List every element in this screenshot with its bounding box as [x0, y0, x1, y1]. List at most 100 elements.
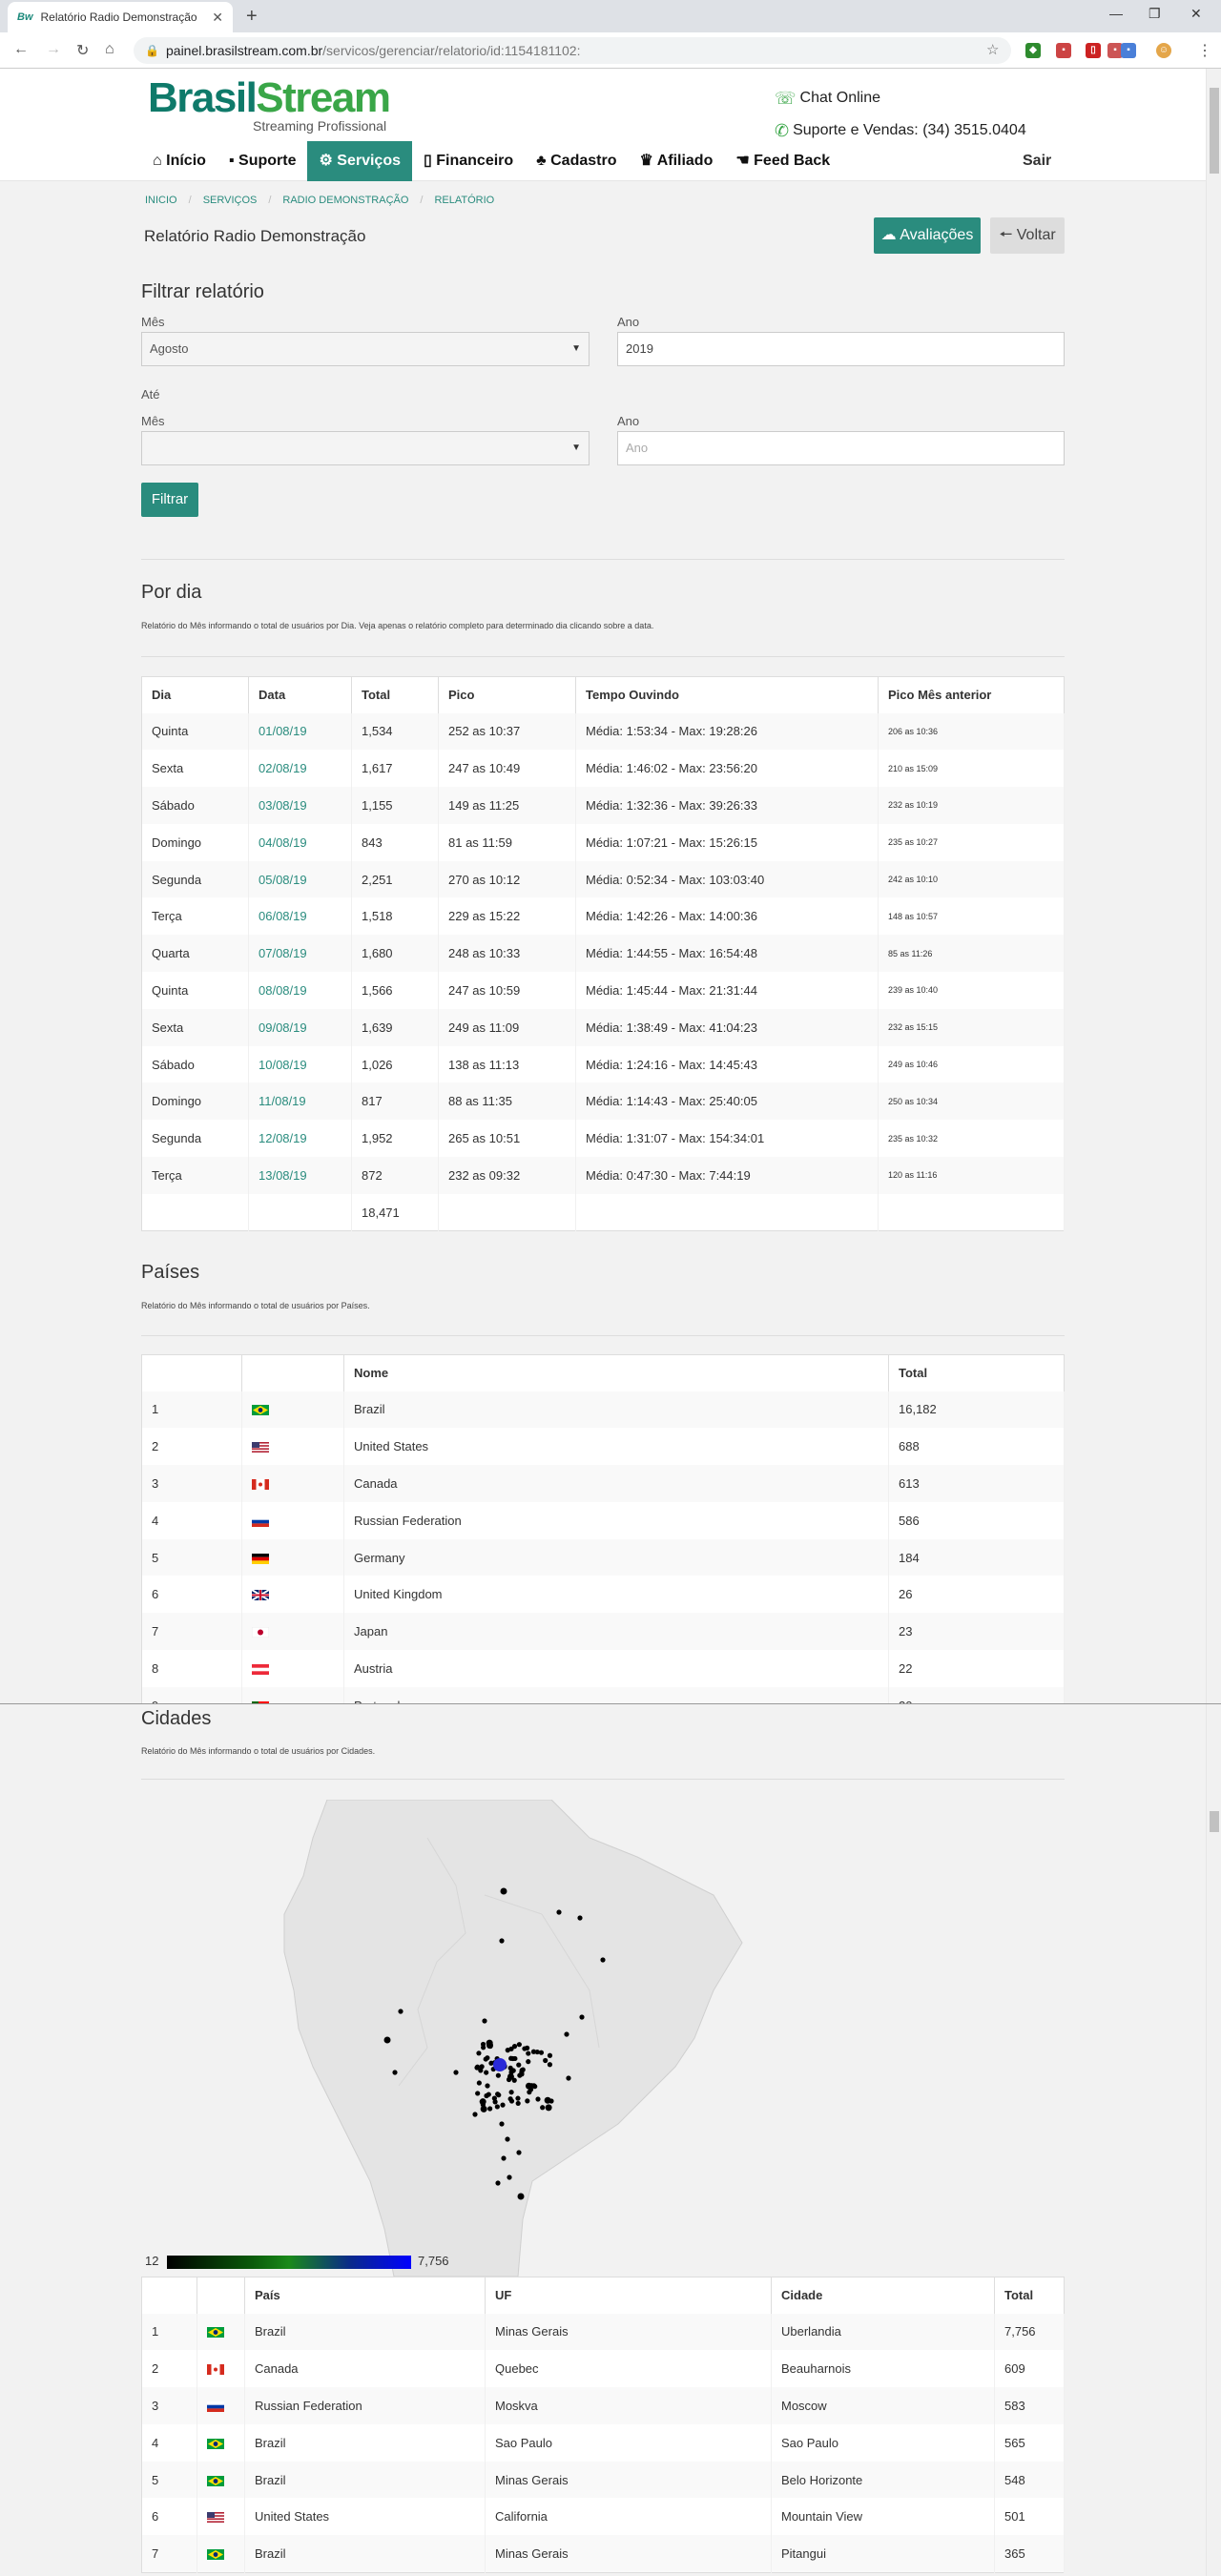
bookmark-star-icon[interactable]: ☆: [986, 41, 999, 58]
phone-icon: ▯: [424, 153, 432, 169]
menu-item-afiliado[interactable]: ♛ Afiliado: [628, 141, 724, 181]
pico-cell: 270 as 10:12: [438, 860, 576, 898]
pico-cell: 247 as 10:59: [438, 972, 576, 1009]
extension-icon[interactable]: ▪: [1056, 43, 1071, 58]
chat-online-link[interactable]: ☏ Chat Online: [775, 82, 1026, 114]
total-row: 18,471: [141, 1193, 1065, 1231]
table-row: Domingo 04/08/19 843 81 as 11:59 Média: 1:07…: [141, 823, 1065, 861]
data-link[interactable]: 06/08/19: [248, 897, 352, 936]
breadcrumb-radio[interactable]: RADIO DEMONSTRAÇÃO: [282, 195, 408, 206]
new-tab-icon[interactable]: +: [246, 6, 258, 28]
city-dot: [510, 2055, 516, 2062]
tab-close-icon[interactable]: ✕: [212, 10, 223, 26]
city-dot: [517, 2193, 525, 2200]
flag-jp-icon: [252, 1627, 269, 1638]
table-row: Quinta 01/08/19 1,534 252 as 10:37 Média: 1:…: [141, 712, 1065, 751]
pico-anterior-cell: 249 as 10:46: [878, 1045, 1065, 1083]
col-header: Total: [888, 1354, 1065, 1391]
paises-desc: Relatório do Mês informando o total de u…: [141, 1301, 370, 1310]
breadcrumb-relatorio[interactable]: RELATÓRIO: [434, 195, 494, 206]
country-cell: United States: [343, 1428, 889, 1466]
menu-item-servicos[interactable]: ⚙ Serviços: [307, 141, 412, 181]
url-field[interactable]: 🔒 painel.brasilstream.com.br/servicos/ge…: [134, 37, 1011, 64]
voltar-button[interactable]: 🠔 Voltar: [990, 217, 1065, 254]
home-icon[interactable]: ⌂: [105, 41, 114, 58]
col-header: Cidade: [771, 2277, 995, 2314]
mes-select[interactable]: Agosto ▼: [141, 332, 590, 366]
dia-cell: Terça: [141, 1157, 249, 1194]
filtrar-button[interactable]: Filtrar: [141, 483, 198, 517]
data-link[interactable]: 02/08/19: [248, 750, 352, 788]
extension-icon[interactable]: ▪: [1121, 43, 1136, 58]
browser-tab[interactable]: Bw Relatório Radio Demonstração ✕: [8, 2, 233, 32]
cidades-title: Cidades: [141, 1708, 212, 1729]
uf-cell: Sao Paulo: [485, 2423, 772, 2462]
avaliacoes-button[interactable]: ☁ Avaliações: [874, 217, 981, 254]
data-link[interactable]: 13/08/19: [248, 1157, 352, 1194]
restore-icon[interactable]: ❐: [1149, 6, 1161, 22]
window-close-icon[interactable]: ✕: [1190, 6, 1202, 22]
total-cell: 688: [888, 1428, 1065, 1466]
filter-title: Filtrar relatório: [141, 281, 264, 302]
paises-scroll[interactable]: Nome Total 1 Brazil 16,182 2 United States 68…: [138, 1354, 1073, 1703]
brasilstream-logo[interactable]: BrasilStream Streaming Profissional: [148, 76, 391, 134]
data-link[interactable]: 04/08/19: [248, 823, 352, 861]
cities-map[interactable]: 12 7,756: [141, 1799, 1065, 2277]
rank-cell: 4: [141, 2423, 197, 2462]
minimize-icon[interactable]: —: [1109, 6, 1123, 21]
ano-input[interactable]: 2019: [617, 332, 1065, 366]
logo-tagline: Streaming Profissional: [253, 118, 387, 134]
breadcrumb-inicio[interactable]: INICIO: [145, 195, 177, 206]
city-dot: [495, 2092, 501, 2097]
table-row: 3 Russian Federation Moskva Moscow 583: [141, 2387, 1065, 2424]
table-row: 5 Brazil Minas Gerais Belo Horizonte 548: [141, 2461, 1065, 2499]
extension-icon[interactable]: ▯: [1086, 43, 1101, 58]
data-link[interactable]: 08/08/19: [248, 972, 352, 1009]
table-row: 6 United Kingdom 26: [141, 1576, 1065, 1614]
menu-item-financeiro[interactable]: ▯ Financeiro: [412, 141, 525, 181]
address-bar: ← → ↻ ⌂ 🔒 painel.brasilstream.com.br/ser…: [0, 32, 1221, 69]
data-link[interactable]: 03/08/19: [248, 787, 352, 824]
thumb-icon: ☚: [735, 153, 750, 169]
extension-icon[interactable]: ◆: [1025, 43, 1041, 58]
data-link[interactable]: 05/08/19: [248, 860, 352, 898]
dia-cell: Sexta: [141, 750, 249, 788]
menu-dots-icon[interactable]: ⋮: [1197, 41, 1212, 60]
scrollbar-bottom[interactable]: [1206, 1704, 1221, 2576]
flag-cell: [197, 2535, 245, 2573]
table-row: Sábado 10/08/19 1,026 138 as 11:13 Média: 1:…: [141, 1045, 1065, 1083]
country-cell: United States: [244, 2498, 486, 2536]
city-dot: [564, 2031, 569, 2037]
tempo-cell: Média: 1:32:36 - Max: 39:26:33: [575, 787, 879, 824]
tempo-cell: Média: 1:14:43 - Max: 25:40:05: [575, 1082, 879, 1121]
scrollbar-top[interactable]: [1206, 69, 1221, 1703]
menu-item-feedback[interactable]: ☚ Feed Back: [724, 141, 841, 181]
country-cell: Brazil: [343, 1391, 889, 1429]
menu-item-inicio[interactable]: ⌂ Início: [141, 141, 217, 181]
city-dot: [479, 2064, 485, 2070]
data-link[interactable]: 10/08/19: [248, 1045, 352, 1083]
city-dot: [547, 2052, 553, 2058]
menu-item-cadastro[interactable]: ♣ Cadastro: [525, 141, 628, 181]
logout-link[interactable]: Sair: [1023, 141, 1051, 181]
por-dia-table: Dia Data Total Pico Tempo Ouvindo Pico M…: [141, 676, 1065, 1232]
mes-ate-select[interactable]: ▼: [141, 431, 590, 465]
data-link[interactable]: 11/08/19: [248, 1082, 352, 1121]
back-icon[interactable]: ←: [13, 41, 29, 58]
ano-ate-input[interactable]: Ano: [617, 431, 1065, 465]
data-link[interactable]: 01/08/19: [248, 712, 352, 751]
data-link[interactable]: 09/08/19: [248, 1008, 352, 1046]
data-link[interactable]: 12/08/19: [248, 1120, 352, 1158]
site-header: BrasilStream Streaming Profissional ☏ Cha…: [0, 69, 1206, 181]
tempo-cell: Média: 1:45:44 - Max: 21:31:44: [575, 972, 879, 1009]
forward-icon[interactable]: →: [46, 41, 61, 58]
profile-avatar[interactable]: ☺: [1156, 43, 1171, 58]
total-cell: 609: [994, 2350, 1065, 2388]
city-cell: Beauharnois: [771, 2350, 995, 2388]
city-dot: [516, 2150, 522, 2155]
reload-icon[interactable]: ↻: [76, 41, 89, 60]
data-link[interactable]: 07/08/19: [248, 935, 352, 973]
flag-cell: [241, 1501, 344, 1539]
breadcrumb-servicos[interactable]: SERVIÇOS: [203, 195, 258, 206]
menu-item-suporte[interactable]: ▪ Suporte: [217, 141, 308, 181]
